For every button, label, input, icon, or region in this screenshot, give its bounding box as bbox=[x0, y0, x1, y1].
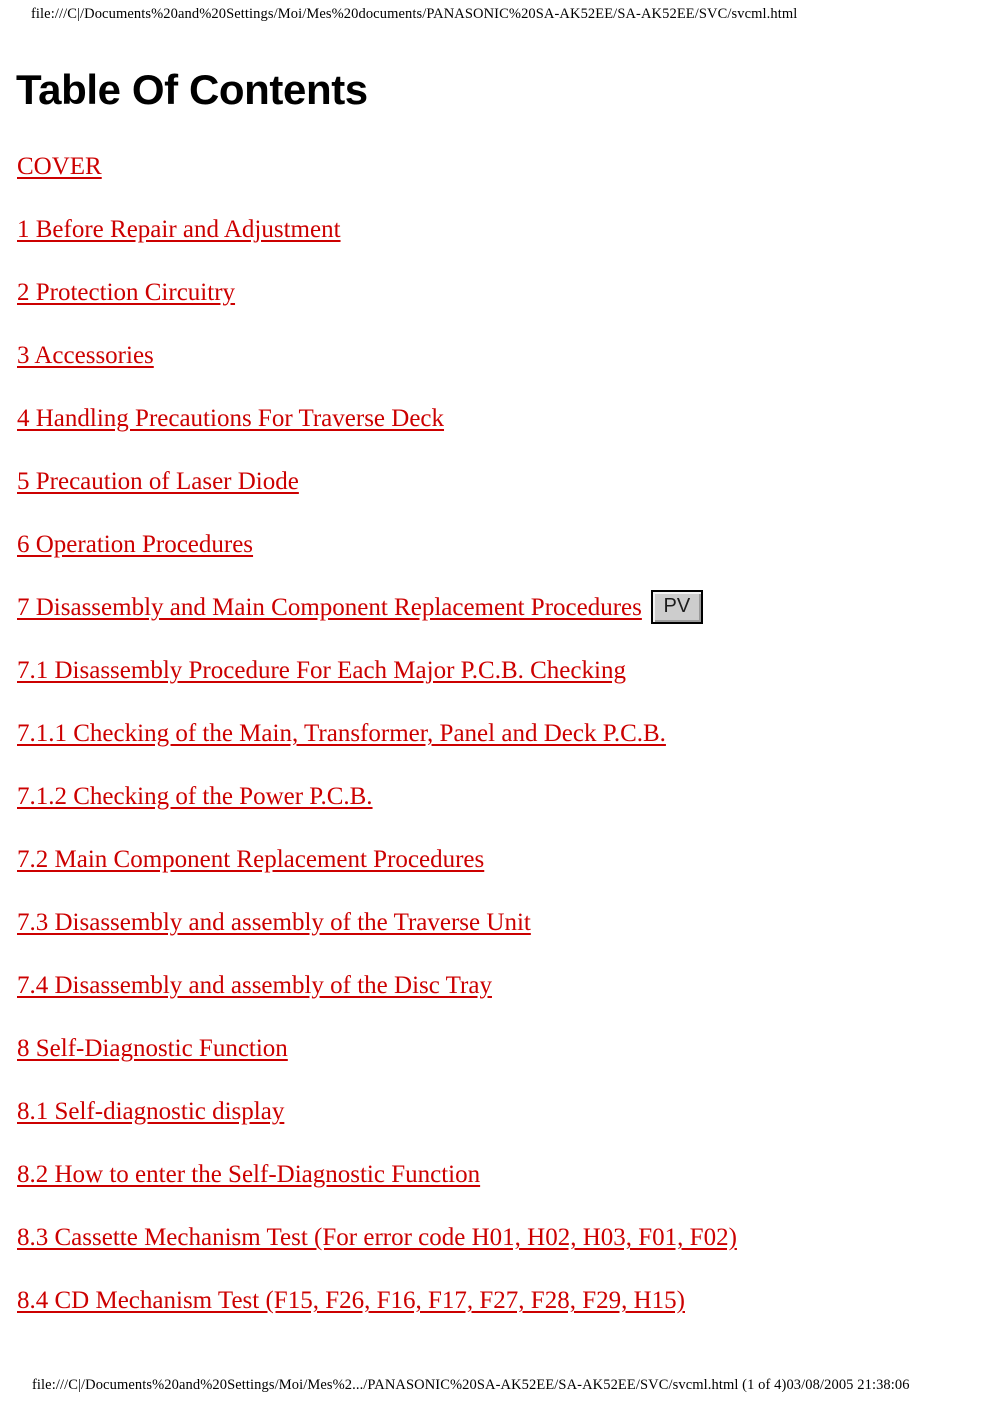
toc-link[interactable]: 3 Accessories bbox=[17, 341, 154, 371]
toc-entry: 8.2 How to enter the Self-Diagnostic Fun… bbox=[17, 1160, 967, 1223]
pv-badge-button[interactable]: PV bbox=[650, 590, 703, 624]
toc-link[interactable]: 2 Protection Circuitry bbox=[17, 278, 235, 308]
toc-entry: 8.4 CD Mechanism Test (F15, F26, F16, F1… bbox=[17, 1286, 967, 1349]
toc-entry: 8.3 Cassette Mechanism Test (For error c… bbox=[17, 1223, 967, 1286]
toc-link[interactable]: 4 Handling Precautions For Traverse Deck bbox=[17, 404, 444, 434]
toc-link[interactable]: 7.3 Disassembly and assembly of the Trav… bbox=[17, 908, 531, 938]
toc-link[interactable]: 1 Before Repair and Adjustment bbox=[17, 215, 341, 245]
toc-link[interactable]: 8 Self-Diagnostic Function bbox=[17, 1034, 288, 1064]
toc-link[interactable]: 6 Operation Procedures bbox=[17, 530, 253, 560]
toc-link[interactable]: 8.2 How to enter the Self-Diagnostic Fun… bbox=[17, 1160, 480, 1190]
toc-entry: 7.4 Disassembly and assembly of the Disc… bbox=[17, 971, 967, 1034]
toc-entry: 6 Operation Procedures bbox=[17, 530, 967, 593]
toc-entry: 7.1 Disassembly Procedure For Each Major… bbox=[17, 656, 967, 719]
toc-entry: COVER bbox=[17, 152, 967, 215]
table-of-contents-list: COVER 1 Before Repair and Adjustment 2 Pro… bbox=[17, 152, 967, 1349]
toc-link[interactable]: 7.1.2 Checking of the Power P.C.B. bbox=[17, 782, 373, 812]
toc-entry: 8 Self-Diagnostic Function bbox=[17, 1034, 967, 1097]
toc-entry: 7.2 Main Component Replacement Procedure… bbox=[17, 845, 967, 908]
toc-link[interactable]: 5 Precaution of Laser Diode bbox=[17, 467, 299, 497]
toc-entry: 7.3 Disassembly and assembly of the Trav… bbox=[17, 908, 967, 971]
toc-link[interactable]: 8.4 CD Mechanism Test (F15, F26, F16, F1… bbox=[17, 1286, 685, 1316]
toc-entry: 4 Handling Precautions For Traverse Deck bbox=[17, 404, 967, 467]
toc-entry: 5 Precaution of Laser Diode bbox=[17, 467, 967, 530]
toc-entry: 2 Protection Circuitry bbox=[17, 278, 967, 341]
toc-entry: 7 Disassembly and Main Component Replace… bbox=[17, 590, 967, 656]
toc-link[interactable]: 7.2 Main Component Replacement Procedure… bbox=[17, 845, 484, 875]
toc-link[interactable]: 7.1 Disassembly Procedure For Each Major… bbox=[17, 656, 626, 686]
toc-entry: 7.1.1 Checking of the Main, Transformer,… bbox=[17, 719, 967, 782]
toc-link[interactable]: 7.1.1 Checking of the Main, Transformer,… bbox=[17, 719, 666, 749]
toc-entry: 8.1 Self-diagnostic display bbox=[17, 1097, 967, 1160]
toc-entry: 7.1.2 Checking of the Power P.C.B. bbox=[17, 782, 967, 845]
toc-link[interactable]: 7 Disassembly and Main Component Replace… bbox=[17, 593, 642, 623]
page-header-url: file:///C|/Documents%20and%20Settings/Mo… bbox=[31, 6, 798, 22]
toc-link[interactable]: 8.1 Self-diagnostic display bbox=[17, 1097, 284, 1127]
toc-link[interactable]: 8.3 Cassette Mechanism Test (For error c… bbox=[17, 1223, 737, 1253]
page-footer-url: file:///C|/Documents%20and%20Settings/Mo… bbox=[32, 1377, 910, 1393]
page-title: Table Of Contents bbox=[16, 66, 368, 113]
toc-entry: 3 Accessories bbox=[17, 341, 967, 404]
toc-link[interactable]: 7.4 Disassembly and assembly of the Disc… bbox=[17, 971, 492, 1001]
toc-entry: 1 Before Repair and Adjustment bbox=[17, 215, 967, 278]
toc-link[interactable]: COVER bbox=[17, 152, 102, 182]
